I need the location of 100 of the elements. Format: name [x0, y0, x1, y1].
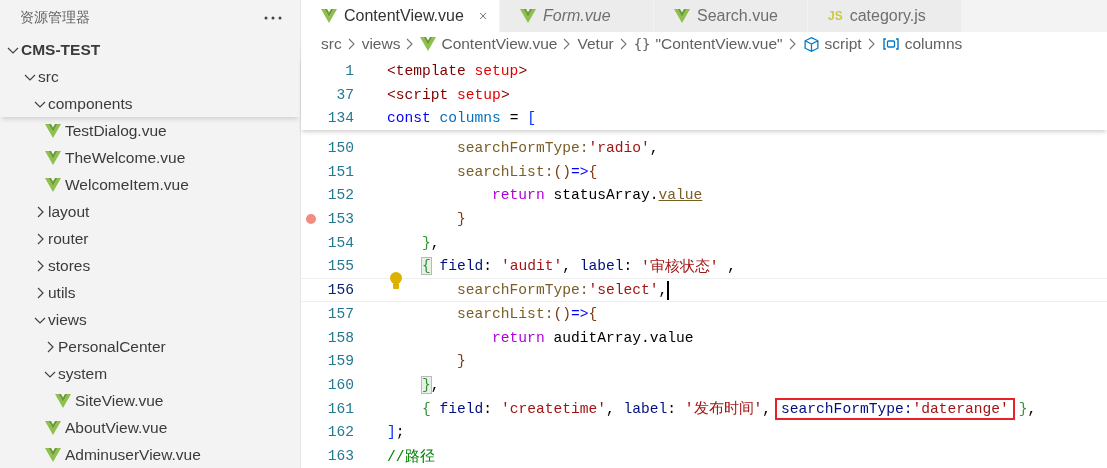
line-number: 37 [335, 86, 354, 103]
code-token: //路径 [387, 447, 435, 466]
code-token: auditArray.value [553, 329, 694, 346]
file-name[interactable]: TestDialog.vue [65, 121, 167, 140]
code-token: , [430, 234, 440, 251]
line-number: 1 [344, 62, 354, 79]
line-number: 158 [326, 329, 354, 346]
line-number: 157 [326, 306, 354, 323]
code-token: , [1027, 400, 1037, 417]
variable-icon [881, 37, 900, 52]
line-number: 154 [326, 234, 354, 251]
code-token: { [588, 306, 598, 323]
bracket-match: } [422, 377, 431, 394]
code-token: '审核状态' [641, 257, 719, 276]
code-token: { [588, 163, 598, 180]
code-token: searchFormType: [781, 400, 913, 417]
folder-name[interactable]: system [58, 364, 108, 383]
file-name[interactable]: TheWelcome.vue [65, 148, 186, 167]
code-token: return [492, 187, 545, 204]
code-token: > [500, 86, 510, 103]
code-token: searchFormType: [457, 139, 589, 156]
line-number: 162 [326, 424, 354, 441]
code-token: 'select' [588, 282, 659, 299]
folder-name[interactable]: layout [48, 202, 90, 221]
cube-icon [802, 35, 820, 53]
code-token: statusArray. [553, 187, 659, 204]
line-number: 153 [326, 210, 354, 227]
code-token: 'createtime' [500, 400, 606, 417]
breadcrumb-item[interactable]: views [361, 35, 401, 54]
text-cursor [667, 280, 670, 300]
folder-name[interactable]: views [48, 310, 87, 329]
code-token: } [422, 234, 431, 251]
code-token: searchList: [457, 163, 554, 180]
code-token: const [387, 110, 431, 127]
code-token: field [439, 400, 484, 417]
line-number: 163 [326, 448, 354, 465]
vue-icon [45, 176, 61, 193]
folder-name[interactable]: CMS-TEST [21, 40, 101, 59]
line-number: 156 [326, 282, 354, 299]
file-name[interactable]: AdminuserView.vue [65, 445, 201, 464]
code-token: } [457, 353, 466, 370]
code-token: { [422, 400, 431, 417]
code-token: : [483, 258, 494, 275]
file-name[interactable]: SiteView.vue [75, 391, 164, 410]
folder-name[interactable]: utils [48, 283, 76, 302]
code-token: } [457, 210, 466, 227]
code-token: label [623, 400, 668, 417]
vue-icon [45, 419, 61, 436]
code-token: label [579, 258, 624, 275]
editor-tab[interactable]: Form.vue [500, 0, 654, 32]
vue-icon [520, 7, 536, 24]
code-token: searchFormType: [457, 282, 589, 299]
file-name[interactable]: AboutView.vue [65, 418, 168, 437]
code-token: => [570, 163, 589, 180]
folder-name[interactable]: components [48, 94, 133, 113]
editor-tab[interactable]: ContentView.vue [301, 0, 500, 32]
breadcrumb-item[interactable]: ContentView.vue [441, 35, 558, 54]
code-token: , [727, 258, 737, 275]
line-number: 155 [326, 258, 354, 275]
code-token: <template [387, 62, 466, 79]
breadcrumb-item[interactable]: src [321, 35, 342, 54]
line-number: 134 [326, 110, 354, 127]
code-token: , [649, 139, 659, 156]
code-token: , [605, 400, 616, 417]
file-name[interactable]: WelcomeItem.vue [65, 175, 189, 194]
breadcrumb-item[interactable]: "ContentView.vue" [655, 35, 783, 54]
code-token: 'audit' [500, 258, 563, 275]
line-number: 151 [326, 163, 354, 180]
breadcrumb-item[interactable]: Vetur [577, 35, 614, 54]
folder-name[interactable]: router [48, 229, 89, 248]
folder-name[interactable]: src [38, 67, 59, 86]
code-token: return [492, 329, 545, 346]
breadcrumb-item[interactable]: columns [904, 35, 963, 54]
editor-tab[interactable]: JS category.js [808, 0, 962, 32]
panel-title: 资源管理器 [20, 9, 90, 27]
code-token: columns [439, 110, 501, 127]
code-token: 'daterange' [912, 400, 1009, 417]
vue-icon [45, 122, 61, 139]
code-token: 'radio' [588, 139, 650, 156]
breakpoint-dot[interactable] [306, 213, 316, 224]
more-icon[interactable] [264, 16, 282, 20]
folder-name[interactable]: PersonalCenter [58, 337, 166, 356]
breadcrumb-item[interactable]: script [824, 35, 862, 54]
code-token: , [658, 282, 668, 299]
code-token: setup [474, 62, 519, 79]
line-number: 159 [326, 353, 354, 370]
line-number: 150 [326, 139, 354, 156]
code-token: > [518, 62, 528, 79]
vue-icon [55, 392, 71, 409]
code-token: , [430, 377, 440, 394]
folder-name[interactable]: stores [48, 256, 91, 275]
code-token: , [562, 258, 572, 275]
code-token: , [762, 400, 772, 417]
code-token: = [509, 110, 520, 127]
code-token: setup [457, 86, 501, 103]
code-token: () [553, 306, 571, 323]
code-token: : [483, 400, 494, 417]
code-token: () [553, 163, 571, 180]
code-token: value [658, 187, 703, 204]
editor-tab[interactable]: Search.vue [654, 0, 808, 32]
